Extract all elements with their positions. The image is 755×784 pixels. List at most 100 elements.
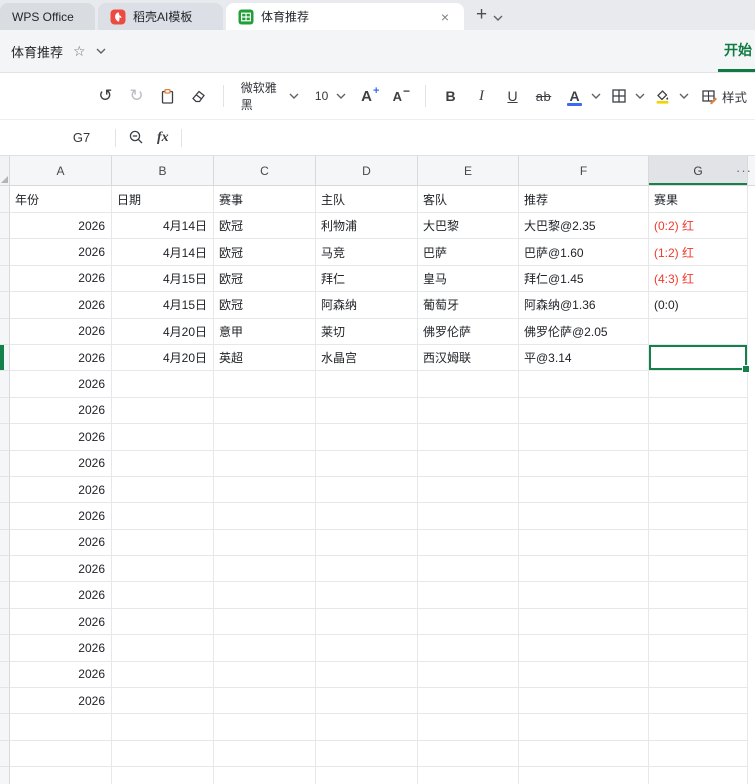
insert-function-button[interactable]: fx	[157, 130, 169, 146]
row-header-10[interactable]	[0, 424, 10, 451]
cell-B23[interactable]	[112, 767, 214, 784]
cell-A2[interactable]: 2026	[10, 213, 112, 240]
cell-E2[interactable]: 大巴黎	[418, 213, 519, 240]
cell-C2[interactable]: 欧冠	[214, 213, 316, 240]
row-header-4[interactable]	[0, 265, 10, 293]
cell-F23[interactable]	[519, 767, 649, 784]
cell-F20[interactable]	[519, 688, 649, 715]
cell-F21[interactable]	[519, 714, 649, 741]
chevron-down-icon[interactable]	[591, 93, 601, 99]
cell-B9[interactable]	[112, 397, 214, 425]
cell-F2[interactable]: 大巴黎@2.35	[519, 213, 649, 240]
cell-A16[interactable]: 2026	[10, 582, 112, 609]
cell-F3[interactable]: 巴萨@1.60	[519, 239, 649, 266]
cell-styles-button[interactable]: 样式	[693, 81, 755, 111]
fill-color-button[interactable]	[649, 81, 676, 111]
cell-C1[interactable]: 赛事	[214, 186, 316, 213]
cell-C4[interactable]: 欧冠	[214, 265, 316, 293]
cell-A18[interactable]: 2026	[10, 635, 112, 662]
cell-C18[interactable]	[214, 635, 316, 662]
row-header-21[interactable]	[0, 714, 10, 741]
cell-C20[interactable]	[214, 688, 316, 715]
cell-D13[interactable]	[316, 503, 418, 530]
cell-A1[interactable]: 年份	[10, 186, 112, 213]
cell-B1[interactable]: 日期	[112, 186, 214, 213]
row-header-8[interactable]	[0, 371, 10, 398]
undo-button[interactable]: ↺	[92, 81, 119, 111]
cell-E15[interactable]	[418, 556, 519, 583]
cell-D10[interactable]	[316, 424, 418, 451]
font-size-select[interactable]: 10	[309, 82, 352, 110]
cell-C22[interactable]	[214, 740, 316, 768]
redo-button[interactable]: ↻	[123, 81, 150, 111]
cell-C7[interactable]: 英超	[214, 344, 316, 372]
cell-A12[interactable]: 2026	[10, 476, 112, 504]
font-color-button[interactable]: A	[561, 81, 588, 111]
cell-D14[interactable]	[316, 529, 418, 557]
cell-B21[interactable]	[112, 714, 214, 741]
cell-A4[interactable]: 2026	[10, 265, 112, 293]
cell-B22[interactable]	[112, 740, 214, 768]
select-all-corner[interactable]	[0, 156, 10, 185]
cell-A22[interactable]	[10, 740, 112, 768]
cell-A10[interactable]: 2026	[10, 424, 112, 451]
borders-button[interactable]	[605, 81, 632, 111]
zoom-out-icon[interactable]	[128, 129, 145, 146]
cell-F17[interactable]	[519, 608, 649, 636]
column-header-c[interactable]: C	[214, 156, 316, 185]
cell-G2[interactable]: (0:2) 红	[649, 213, 748, 240]
strikethrough-button[interactable]: ab	[530, 81, 557, 111]
cell-B12[interactable]	[112, 476, 214, 504]
cell-E12[interactable]	[418, 476, 519, 504]
cell-G20[interactable]	[649, 688, 748, 715]
row-header-5[interactable]	[0, 292, 10, 319]
cell-G10[interactable]	[649, 424, 748, 451]
cell-D8[interactable]	[316, 371, 418, 398]
chevron-down-icon[interactable]	[635, 93, 645, 99]
cell-C21[interactable]	[214, 714, 316, 741]
cell-C11[interactable]	[214, 450, 316, 477]
cell-F10[interactable]	[519, 424, 649, 451]
cell-B18[interactable]	[112, 635, 214, 662]
cell-B14[interactable]	[112, 529, 214, 557]
cell-A19[interactable]: 2026	[10, 661, 112, 689]
cell-A17[interactable]: 2026	[10, 608, 112, 636]
cell-E19[interactable]	[418, 661, 519, 689]
cell-B15[interactable]	[112, 556, 214, 583]
cell-G11[interactable]	[649, 450, 748, 477]
cell-B5[interactable]: 4月15日	[112, 292, 214, 319]
row-header-16[interactable]	[0, 582, 10, 609]
cell-B19[interactable]	[112, 661, 214, 689]
new-tab-button[interactable]: +	[476, 4, 487, 26]
cell-C19[interactable]	[214, 661, 316, 689]
cell-B7[interactable]: 4月20日	[112, 344, 214, 372]
cell-A13[interactable]: 2026	[10, 503, 112, 530]
cell-B8[interactable]	[112, 371, 214, 398]
cell-A7[interactable]: 2026	[10, 344, 112, 372]
cell-A14[interactable]: 2026	[10, 529, 112, 557]
cell-G13[interactable]	[649, 503, 748, 530]
more-columns-indicator[interactable]: ···	[736, 156, 752, 185]
cell-F19[interactable]	[519, 661, 649, 689]
cell-C16[interactable]	[214, 582, 316, 609]
cell-F14[interactable]	[519, 529, 649, 557]
cell-B4[interactable]: 4月15日	[112, 265, 214, 293]
cell-B10[interactable]	[112, 424, 214, 451]
cell-E4[interactable]: 皇马	[418, 265, 519, 293]
cell-A15[interactable]: 2026	[10, 556, 112, 583]
column-header-b[interactable]: B	[112, 156, 214, 185]
font-family-select[interactable]: 微软雅黑	[235, 81, 305, 112]
column-header-f[interactable]: F	[519, 156, 649, 185]
row-header-17[interactable]	[0, 608, 10, 636]
cell-E3[interactable]: 巴萨	[418, 239, 519, 266]
cell-C5[interactable]: 欧冠	[214, 292, 316, 319]
cell-G3[interactable]: (1:2) 红	[649, 239, 748, 266]
cell-E20[interactable]	[418, 688, 519, 715]
cell-D9[interactable]	[316, 397, 418, 425]
chevron-down-icon[interactable]	[679, 93, 689, 99]
column-header-a[interactable]: A	[10, 156, 112, 185]
row-header-7[interactable]	[0, 344, 10, 372]
cell-G4[interactable]: (4:3) 红	[649, 265, 748, 293]
cell-G5[interactable]: (0:0)	[649, 292, 748, 319]
cell-E6[interactable]: 佛罗伦萨	[418, 318, 519, 345]
